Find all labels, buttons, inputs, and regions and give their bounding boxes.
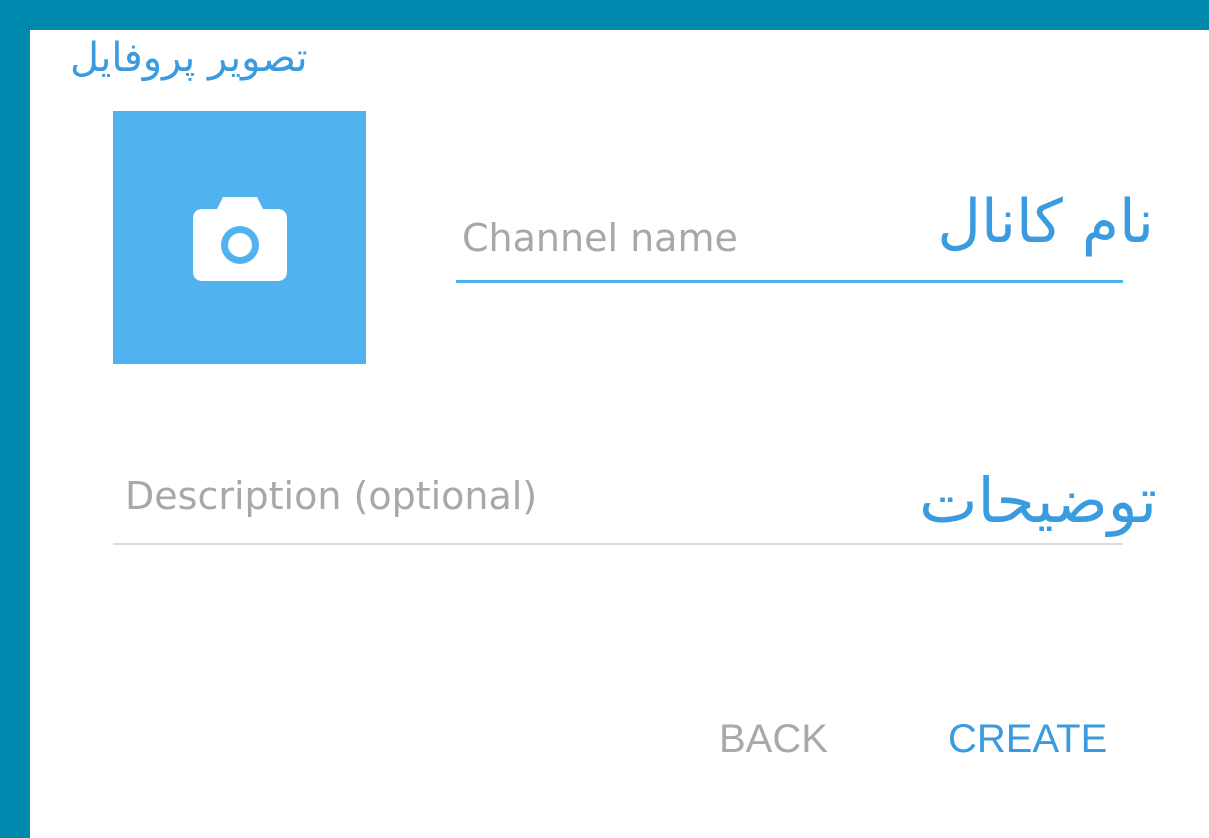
back-button[interactable]: BACK [719,719,828,759]
create-channel-dialog: تصویر پروفایل نام کانال توضیحات BACK CRE… [30,30,1209,838]
create-button[interactable]: CREATE [948,719,1107,759]
annotation-profile-photo: تصویر پروفایل [70,35,308,81]
upload-photo-button[interactable] [113,111,366,364]
annotation-channel-name: نام کانال [937,187,1154,257]
camera-icon [193,197,287,281]
annotation-description: توضیحات [919,464,1157,537]
